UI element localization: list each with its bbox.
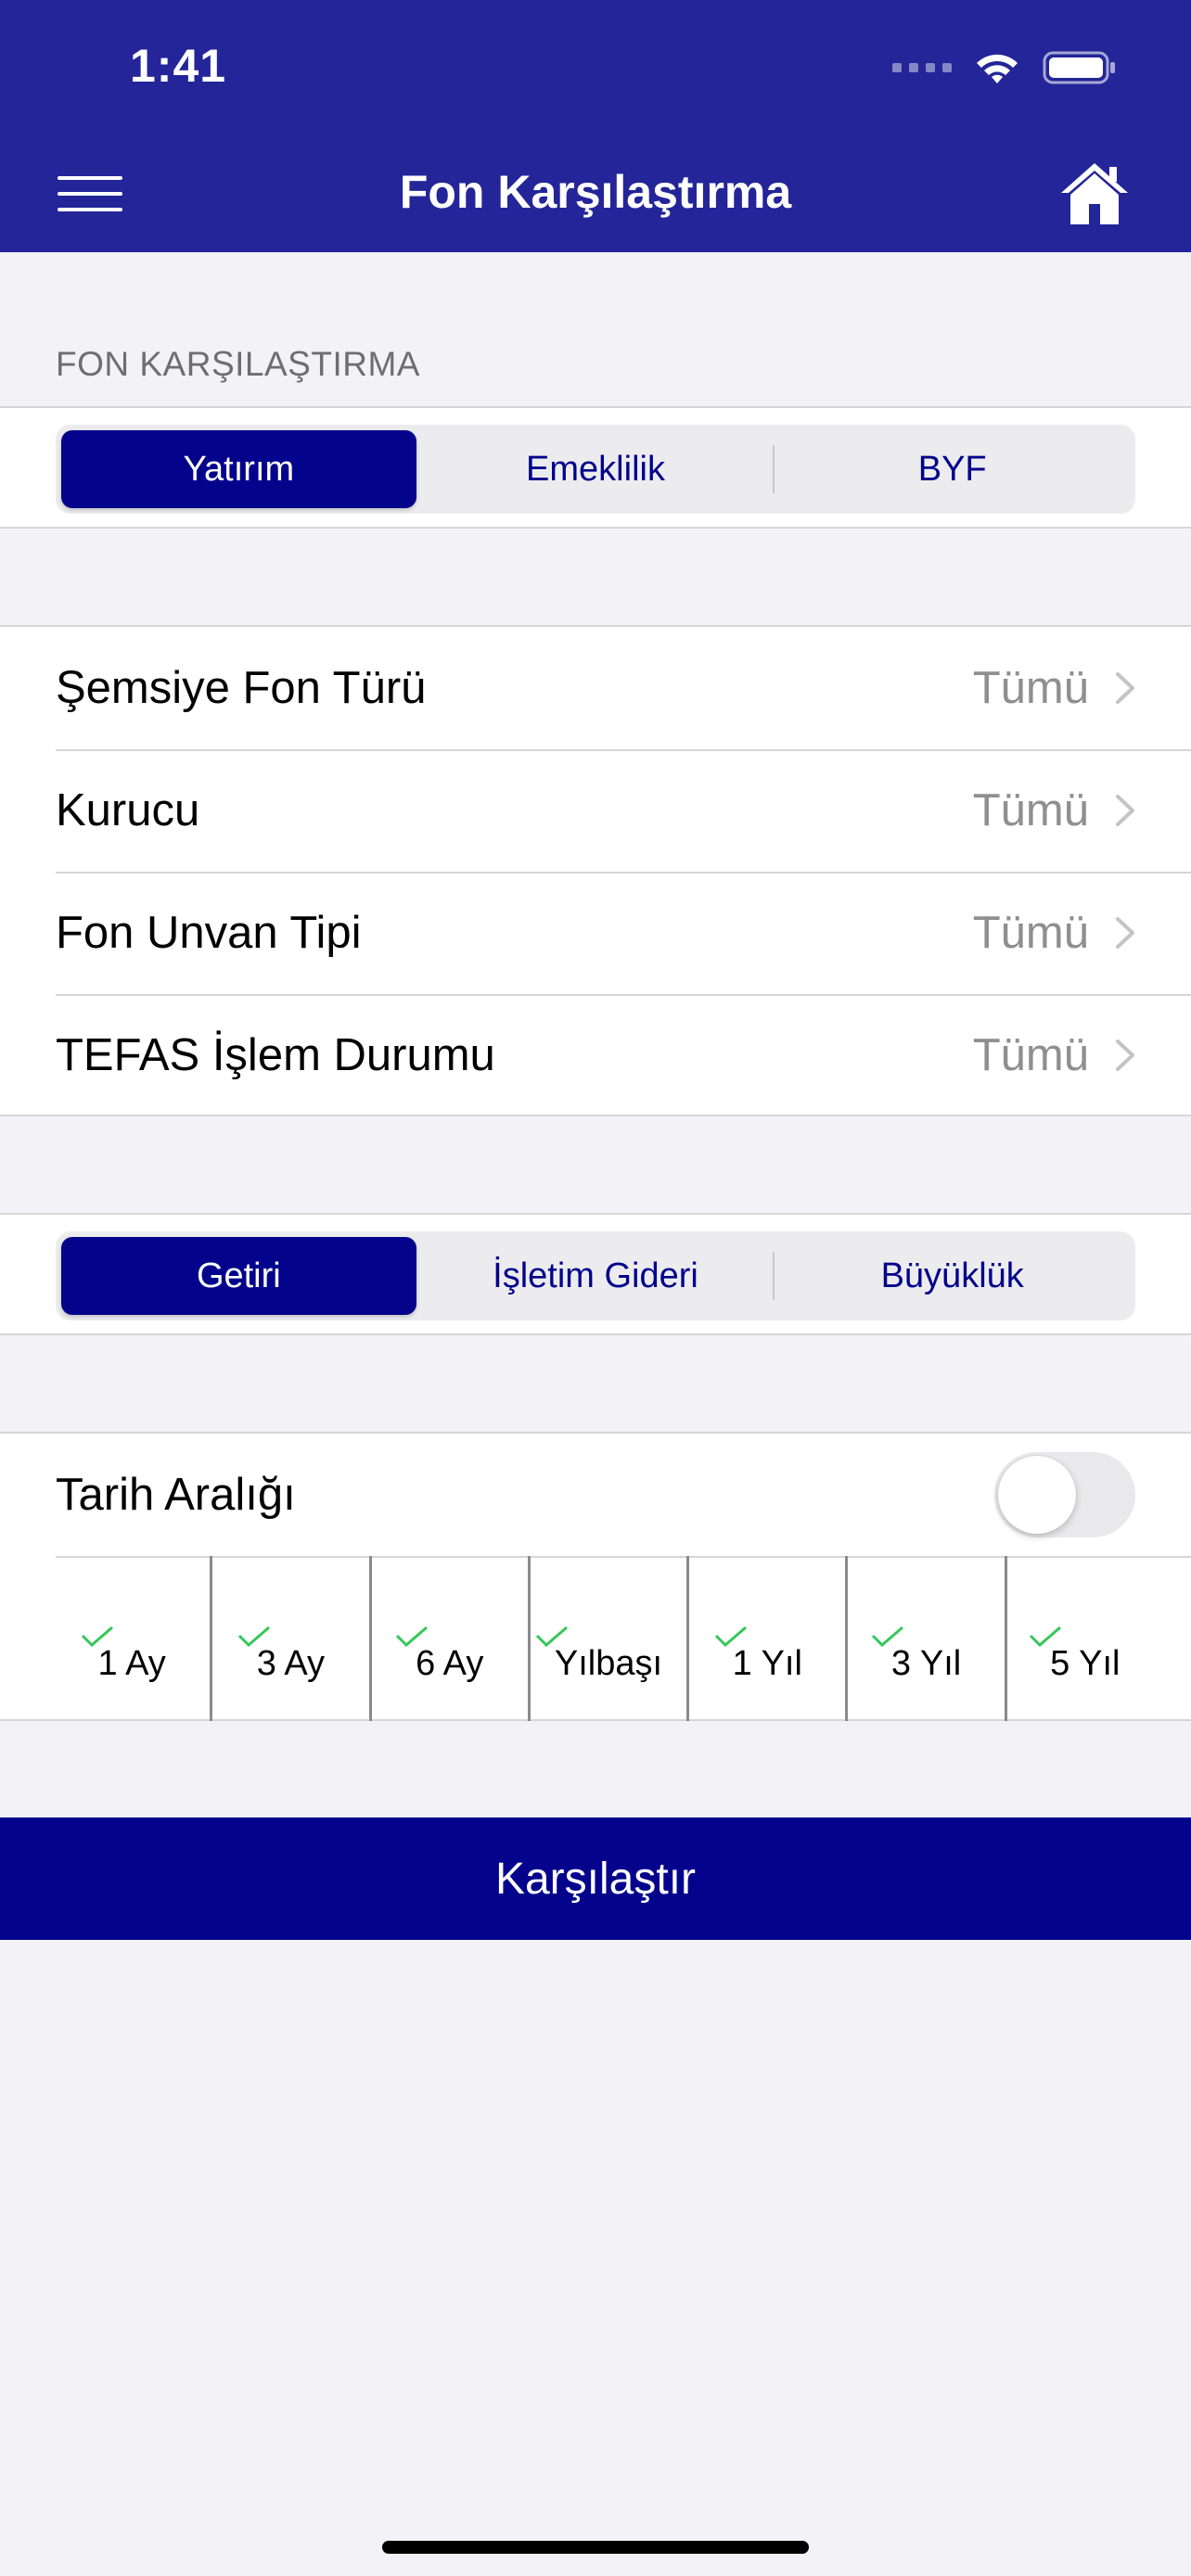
filter-value: Tümü <box>972 1030 1089 1080</box>
home-icon[interactable] <box>1057 159 1132 226</box>
date-range-label: Tarih Aralığı <box>56 1470 296 1520</box>
status-indicators <box>892 45 1117 91</box>
segment-byf[interactable]: BYF <box>775 430 1130 508</box>
filter-label: TEFAS İşlem Durumu <box>56 1030 495 1080</box>
chevron-right-icon <box>1116 672 1134 704</box>
metric-segmented-control: Getiri İşletim Gideri Büyüklük <box>56 1231 1135 1320</box>
toggle-knob <box>998 1456 1076 1534</box>
date-range-toggle[interactable] <box>994 1452 1135 1537</box>
period-3-ay[interactable]: 3 Ay <box>210 1556 368 1721</box>
segment-getiri[interactable]: Getiri <box>61 1237 416 1315</box>
compare-button[interactable]: Karşılaştır <box>0 1817 1191 1940</box>
period-yilbasi[interactable]: Yılbaşı <box>527 1556 686 1721</box>
filter-value: Tümü <box>972 908 1089 958</box>
filter-label: Kurucu <box>56 785 200 835</box>
period-1-ay[interactable]: 1 Ay <box>54 1556 210 1721</box>
period-1-yil[interactable]: 1 Yıl <box>686 1556 845 1721</box>
wifi-icon <box>974 50 1020 85</box>
period-3-yil[interactable]: 3 Yıl <box>845 1556 1004 1721</box>
fund-type-segmented-control: Yatırım Emeklilik BYF <box>56 425 1135 514</box>
navigation-bar: 1:41 Fon Karşılaştırma <box>0 0 1191 252</box>
filter-value: Tümü <box>972 785 1089 835</box>
period-5-yil[interactable]: 5 Yıl <box>1004 1556 1163 1721</box>
segment-yatirim[interactable]: Yatırım <box>61 430 416 508</box>
cellular-signal-icon <box>892 63 952 72</box>
home-indicator <box>382 2541 809 2554</box>
metric-card: Getiri İşletim Gideri Büyüklük <box>0 1213 1191 1335</box>
segment-emeklilik[interactable]: Emeklilik <box>418 430 774 508</box>
filter-row-semsiye-fon-turu[interactable]: Şemsiye Fon Türü Tümü <box>0 627 1191 749</box>
status-time: 1:41 <box>130 40 227 92</box>
filter-row-kurucu[interactable]: Kurucu Tümü <box>0 749 1191 872</box>
filter-label: Şemsiye Fon Türü <box>56 663 427 713</box>
fund-comparison-section-header: FON KARŞILAŞTIRMA <box>56 345 420 383</box>
segment-isletim-gideri[interactable]: İşletim Gideri <box>418 1237 774 1315</box>
segment-buyukluk[interactable]: Büyüklük <box>775 1237 1130 1315</box>
chevron-right-icon <box>1116 917 1134 949</box>
filters-card: Şemsiye Fon Türü Tümü Kurucu Tümü Fon Un… <box>0 625 1191 1116</box>
chevron-right-icon <box>1116 795 1134 826</box>
date-range-row: Tarih Aralığı <box>0 1434 1191 1556</box>
filter-value: Tümü <box>972 663 1089 713</box>
filter-row-tefas-islem-durumu[interactable]: TEFAS İşlem Durumu Tümü <box>0 994 1191 1116</box>
battery-icon <box>1043 50 1117 85</box>
fund-type-card: Yatırım Emeklilik BYF <box>0 406 1191 529</box>
filter-label: Fon Unvan Tipi <box>56 908 362 958</box>
date-range-card: Tarih Aralığı 1 Ay 3 Ay 6 Ay Yılbaşı 1 Y… <box>0 1432 1191 1721</box>
period-6-ay[interactable]: 6 Ay <box>368 1556 528 1721</box>
period-selector: 1 Ay 3 Ay 6 Ay Yılbaşı 1 Yıl 3 Yıl 5 Yıl <box>0 1556 1191 1721</box>
filter-row-fon-unvan-tipi[interactable]: Fon Unvan Tipi Tümü <box>0 872 1191 994</box>
chevron-right-icon <box>1116 1039 1134 1071</box>
page-title: Fon Karşılaştırma <box>399 166 792 218</box>
